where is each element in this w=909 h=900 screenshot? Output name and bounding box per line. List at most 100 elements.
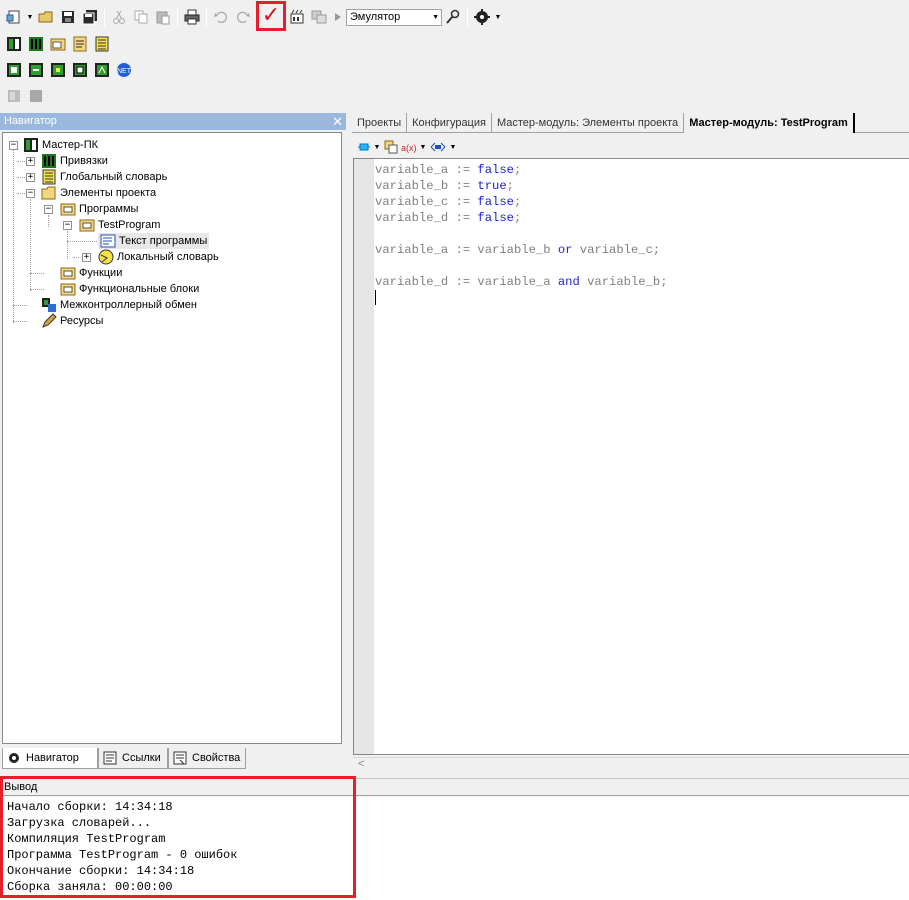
target-select[interactable]: Эмулятор ▼	[346, 8, 442, 26]
function-call-icon[interactable]: a(x)	[400, 136, 418, 158]
block-2-icon[interactable]	[25, 59, 47, 81]
expander-plus[interactable]: +	[26, 173, 35, 182]
run-arrow-icon[interactable]	[330, 6, 346, 28]
block-icon[interactable]	[428, 136, 448, 158]
disabled-tool-1-icon[interactable]	[3, 85, 25, 107]
paste-icon[interactable]	[152, 6, 174, 28]
block-dropdown-arrow[interactable]: ▼	[448, 136, 458, 158]
code-line: variable_d := variable_a and variable_b;	[375, 274, 668, 290]
scroll-left-icon[interactable]: <	[358, 758, 364, 770]
save-icon[interactable]	[57, 6, 79, 28]
disabled-tool-2-icon[interactable]	[25, 85, 47, 107]
tree-item-local-dictionary[interactable]: Локальный словарь	[98, 249, 219, 265]
output-line: Сборка заняла: 00:00:00	[7, 880, 173, 894]
code-token: ;	[513, 211, 522, 225]
separator	[104, 7, 105, 27]
insert-icon[interactable]	[356, 136, 372, 158]
network-icon[interactable]: NET	[113, 59, 135, 81]
save-all-icon[interactable]	[79, 6, 101, 28]
controller-icon	[23, 137, 39, 153]
insert-dropdown-arrow[interactable]: ▼	[372, 136, 382, 158]
expander-plus[interactable]: +	[82, 253, 91, 262]
tree-line	[67, 241, 97, 242]
tree-item-label: Ресурсы	[60, 315, 104, 327]
build-check-button[interactable]: ✓	[256, 1, 286, 31]
tab-properties[interactable]: Свойства	[168, 748, 246, 769]
block-4-icon[interactable]	[69, 59, 91, 81]
tree-item-root[interactable]: Мастер-ПК	[23, 137, 98, 153]
variable-icon[interactable]	[382, 136, 400, 158]
tree-item-function-blocks[interactable]: Функциональные блоки	[60, 281, 199, 297]
cut-icon[interactable]	[108, 6, 130, 28]
tree-item-functions[interactable]: Функции	[60, 265, 122, 281]
undo-icon[interactable]	[210, 6, 232, 28]
target-settings-icon[interactable]	[442, 6, 464, 28]
output-line: Компиляция TestProgram	[7, 832, 166, 846]
tab-links[interactable]: Ссылки	[98, 748, 168, 769]
build-all-icon[interactable]	[286, 6, 308, 28]
expander-minus[interactable]: −	[44, 205, 53, 214]
tab-configuration[interactable]: Конфигурация	[407, 113, 492, 133]
tab-project-elements[interactable]: Мастер-модуль: Элементы проекта	[492, 113, 685, 133]
tree-item-bindings[interactable]: Привязки	[41, 153, 108, 169]
controller-icon[interactable]	[3, 33, 25, 55]
output-line: Загрузка словарей...	[7, 816, 152, 830]
function-dropdown-arrow[interactable]: ▼	[418, 136, 428, 158]
text-document-icon	[100, 233, 116, 249]
output-line: Программа TestProgram - 0 ошибок	[7, 848, 238, 862]
folder-add-icon[interactable]	[47, 33, 69, 55]
code-editor[interactable]: variable_a := false; variable_b := true; v…	[353, 158, 909, 755]
code-line: variable_b := true;	[375, 178, 668, 194]
block-3-icon[interactable]	[47, 59, 69, 81]
expander-minus[interactable]: −	[26, 189, 35, 198]
horizontal-scrollbar[interactable]: <	[353, 757, 909, 772]
tab-projects[interactable]: Проекты	[352, 113, 408, 133]
pencil-icon	[41, 313, 57, 329]
editor-gutter	[354, 159, 374, 754]
tree-item-testprogram[interactable]: TestProgram	[79, 217, 160, 233]
tree-line	[48, 215, 49, 227]
tree-item-label: TestProgram	[98, 219, 161, 231]
online-dropdown-arrow[interactable]: ▼	[493, 6, 503, 28]
code-line: variable_a := false;	[375, 162, 668, 178]
tree-item-programs[interactable]: Программы	[60, 201, 138, 217]
function-blocks-folder-icon	[60, 281, 76, 297]
tab-navigator[interactable]: Навигатор	[2, 748, 98, 769]
tree-item-resources[interactable]: Ресурсы	[41, 313, 103, 329]
tree-line	[30, 289, 44, 290]
navigator-gear-icon	[7, 751, 21, 765]
tree-item-program-text[interactable]: Текст программы	[98, 233, 210, 249]
tree-item-label: Текст программы	[119, 235, 208, 247]
tree-item-project-elements[interactable]: Элементы проекта	[41, 185, 156, 201]
blocks-toolbar: NET	[0, 57, 135, 83]
code-text[interactable]: variable_a := false; variable_b := true; v…	[375, 162, 668, 306]
dictionary-icon[interactable]	[91, 33, 113, 55]
download-icon[interactable]	[308, 6, 330, 28]
open-folder-icon[interactable]	[35, 6, 57, 28]
expander-minus[interactable]: −	[9, 141, 18, 150]
document-tabs: Проекты Конфигурация Мастер-модуль: Элем…	[352, 113, 909, 133]
output-title: Вывод	[4, 781, 38, 793]
copy-icon[interactable]	[130, 6, 152, 28]
block-1-icon[interactable]	[3, 59, 25, 81]
output-line: Начало сборки: 14:34:18	[7, 800, 173, 814]
new-dropdown-arrow[interactable]: ▼	[25, 6, 35, 28]
block-5-icon[interactable]	[91, 59, 113, 81]
tree-item-global-dictionary[interactable]: Глобальный словарь	[41, 169, 167, 185]
print-icon[interactable]	[181, 6, 203, 28]
bindings-icon	[41, 153, 57, 169]
check-icon: ✓	[261, 3, 281, 28]
new-project-icon[interactable]	[3, 6, 25, 28]
tree-line	[67, 231, 68, 259]
close-icon[interactable]: ✕	[332, 113, 343, 130]
tree-item-intercontroller[interactable]: Межконтроллерный обмен	[41, 297, 197, 313]
expander-minus[interactable]: −	[63, 221, 72, 230]
code-token: variable_b;	[579, 275, 668, 289]
online-gear-icon[interactable]	[471, 6, 493, 28]
tab-testprogram[interactable]: Мастер-модуль: TestProgram	[684, 113, 855, 133]
local-dictionary-icon	[98, 249, 114, 265]
bindings-icon[interactable]	[25, 33, 47, 55]
document-icon[interactable]	[69, 33, 91, 55]
expander-plus[interactable]: +	[26, 157, 35, 166]
redo-icon[interactable]	[232, 6, 254, 28]
